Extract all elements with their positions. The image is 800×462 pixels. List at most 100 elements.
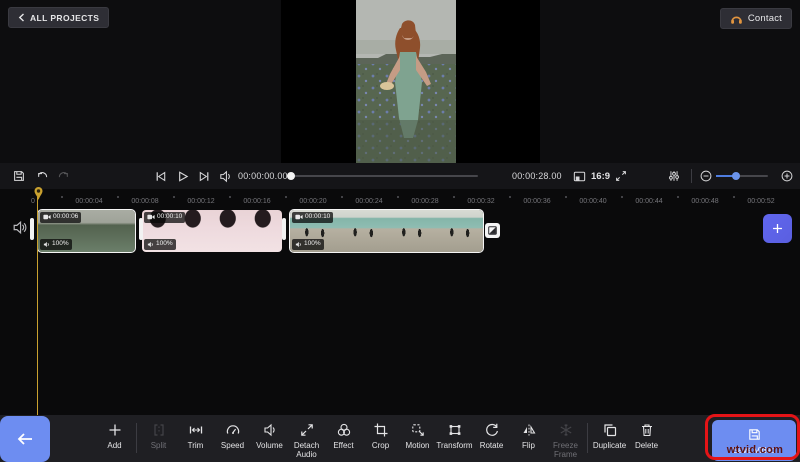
clip-thumbnail	[386, 210, 435, 252]
ruler-label: 00:00:52	[747, 198, 775, 205]
seek-handle[interactable]	[287, 172, 295, 180]
clip-volume-badge: 100%	[144, 239, 176, 250]
motion-icon	[411, 424, 424, 436]
video-editor-app: ALL PROJECTS Contact 00:00:00.00 00:00:2…	[0, 0, 800, 462]
tool-volume[interactable]: Volume	[251, 415, 288, 450]
tool-flip[interactable]: Flip	[510, 415, 547, 450]
tool-label: Trim	[187, 441, 204, 450]
ruler-label: 00:00:48	[691, 198, 719, 205]
contact-button[interactable]: Contact	[719, 8, 792, 29]
headset-icon	[731, 16, 742, 24]
transition-button[interactable]	[485, 223, 500, 238]
tool-trim[interactable]: Trim	[177, 415, 214, 450]
clip-thumbnail	[212, 210, 247, 252]
tool-label: Transform	[436, 441, 473, 450]
tool-crop[interactable]: Crop	[362, 415, 399, 450]
clip-thumbnail	[102, 210, 135, 252]
tool-label: Motion	[405, 441, 430, 450]
ruler-label: 00:00:28	[411, 198, 439, 205]
detach-audio-icon	[300, 424, 313, 436]
timeline-zoom-handle[interactable]	[732, 172, 740, 180]
add-clip-button[interactable]	[763, 214, 792, 243]
freeze-frame-icon	[560, 424, 571, 436]
clip-trim-handle-right[interactable]	[139, 218, 143, 240]
ruler-tick	[453, 196, 455, 198]
rotate-icon	[485, 423, 498, 436]
timeline-clip[interactable]: 00:00:10 100%	[142, 210, 282, 252]
timeline-ruler[interactable]: 0 00:00:04 00:00:08 00:00:12 00:00:16 00:00:2…	[0, 192, 800, 208]
ruler-tick	[733, 196, 735, 198]
transform-icon	[449, 425, 460, 435]
ruler-label: 00:00:12	[187, 198, 215, 205]
ruler-tick	[677, 196, 679, 198]
playhead-line[interactable]	[37, 197, 38, 415]
tool-duplicate[interactable]: Duplicate	[591, 415, 628, 450]
tool-label: Flip	[522, 441, 535, 450]
fullscreen-button[interactable]	[612, 167, 630, 185]
back-button[interactable]	[0, 416, 50, 462]
tool-freeze-frame: Freeze Frame	[547, 415, 584, 459]
undo-button[interactable]	[33, 167, 51, 185]
skip-end-button[interactable]	[195, 167, 213, 185]
tool-rotate[interactable]: Rotate	[473, 415, 510, 450]
toolbar-divider	[136, 423, 137, 453]
ruler-tick	[117, 196, 119, 198]
adjust-button[interactable]	[665, 167, 683, 185]
seek-slider[interactable]	[287, 172, 478, 180]
tool-label: Add	[107, 441, 122, 450]
timeline-clip[interactable]: 00:00:10 100%	[289, 209, 484, 253]
contact-label: Contact	[747, 13, 782, 24]
ruler-tick	[621, 196, 623, 198]
clip-thumbnail	[247, 210, 282, 252]
clip-thumbnail	[338, 210, 387, 252]
redo-button[interactable]	[55, 167, 73, 185]
total-time: 00:00:28.00	[512, 171, 562, 181]
save-video-label: Save Video	[732, 444, 776, 455]
skip-start-button[interactable]	[151, 167, 169, 185]
preview-volume-button[interactable]	[216, 167, 234, 185]
timeline: 0 00:00:04 00:00:08 00:00:12 00:00:16 00:00:2…	[0, 186, 800, 415]
save-icon	[748, 428, 760, 440]
tool-label: Freeze Frame	[553, 441, 578, 460]
transport-bar: 00:00:00.00 00:00:28.00 16:9	[0, 163, 800, 189]
volume-icon	[263, 423, 275, 437]
all-projects-button[interactable]: ALL PROJECTS	[8, 7, 110, 28]
aspect-ratio-button[interactable]	[570, 167, 588, 185]
playhead-pin[interactable]	[33, 186, 44, 201]
aspect-ratio-value[interactable]: 16:9	[591, 171, 610, 182]
tool-label: Detach Audio	[293, 441, 320, 460]
clip-trim-handle-left[interactable]	[282, 218, 286, 240]
track-mute-icon[interactable]	[11, 219, 28, 236]
tool-delete[interactable]: Delete	[628, 415, 665, 450]
speed-icon	[226, 425, 239, 434]
ruler-tick	[509, 196, 511, 198]
timeline-clip[interactable]: 00:00:06 100%	[37, 209, 136, 253]
tool-motion[interactable]: Motion	[399, 415, 436, 450]
save-project-button[interactable]	[10, 167, 28, 185]
tool-split: Split	[140, 415, 177, 450]
tool-strip: Add Split Trim Speed Volume Detach Audio Effec…	[96, 415, 665, 462]
timeline-zoom-in-button[interactable]	[778, 167, 796, 185]
clip-trim-handle-left[interactable]	[30, 218, 34, 240]
video-preview	[356, 0, 456, 163]
tool-transform[interactable]: Transform	[436, 415, 473, 450]
ruler-tick	[285, 196, 287, 198]
clip-thumbnail	[434, 210, 483, 252]
play-button[interactable]	[173, 167, 191, 185]
timeline-zoom-slider[interactable]	[716, 172, 768, 180]
ruler-label: 00:00:04	[75, 198, 103, 205]
add-icon	[109, 424, 120, 436]
ruler-tick	[565, 196, 567, 198]
tool-add[interactable]: Add	[96, 415, 133, 450]
timeline-zoom-out-button[interactable]	[697, 167, 715, 185]
tool-label: Effect	[333, 441, 354, 450]
tool-effect[interactable]: Effect	[325, 415, 362, 450]
tool-speed[interactable]: Speed	[214, 415, 251, 450]
save-video-button[interactable]: Save Video	[712, 420, 796, 461]
ruler-label: 00:00:32	[467, 198, 495, 205]
tool-detach-audio[interactable]: Detach Audio	[288, 415, 325, 459]
ruler-tick	[341, 196, 343, 198]
bottom-toolbar: Add Split Trim Speed Volume Detach Audio Effec…	[0, 415, 800, 462]
clip-duration-badge: 00:00:10	[144, 212, 186, 223]
tool-label: Duplicate	[592, 441, 627, 450]
